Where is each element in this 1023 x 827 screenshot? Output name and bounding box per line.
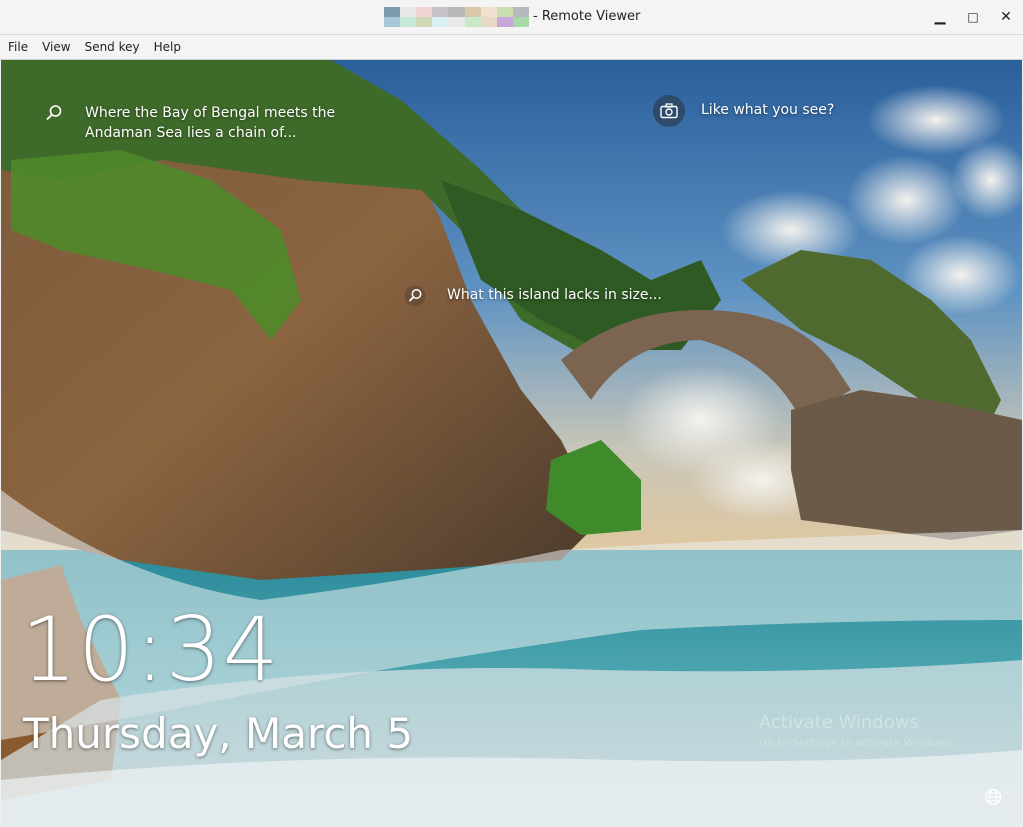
lockscreen-clock: 10:34: [21, 598, 280, 701]
like-what-you-see-prompt[interactable]: Like what you see?: [701, 102, 834, 118]
maximize-button[interactable]: □: [962, 6, 984, 28]
camera-icon: [660, 103, 678, 119]
app-icon-cell: [480, 7, 497, 17]
menu-help[interactable]: Help: [149, 38, 186, 56]
app-icon-cell: [384, 17, 401, 27]
camera-icon-button[interactable]: [653, 95, 685, 127]
app-icon-cell: [448, 17, 465, 27]
search-icon[interactable]: [404, 285, 426, 307]
app-icon-cell: [496, 17, 513, 27]
title-bar: - Remote Viewer ▁ □ ✕: [0, 0, 1023, 35]
spotlight-caption-1[interactable]: Where the Bay of Bengal meets the Andama…: [85, 103, 345, 143]
app-icon-cell: [512, 17, 529, 27]
globe-icon[interactable]: [983, 787, 1003, 807]
spotlight-caption-1-line2: Andaman Sea lies a chain of...: [85, 125, 297, 141]
app-icon-cell: [496, 7, 513, 17]
lockscreen-date: Thursday, March 5: [23, 709, 414, 758]
minimize-button[interactable]: ▁: [929, 6, 951, 28]
window-title: - Remote Viewer: [533, 9, 641, 24]
app-icon-cell: [432, 7, 449, 17]
app-icon-cell: [400, 7, 417, 17]
menu-view[interactable]: View: [37, 38, 75, 56]
app-icon-cell: [400, 17, 417, 27]
app-icon-cell: [464, 7, 481, 17]
close-button[interactable]: ✕: [995, 6, 1017, 28]
app-icon-cell: [480, 17, 497, 27]
activation-watermark-subtext: Go to Settings to activate Windows.: [759, 736, 957, 749]
app-icon: [384, 7, 529, 27]
spotlight-caption-2[interactable]: What this island lacks in size...: [447, 287, 662, 303]
app-icon-cell: [512, 7, 529, 17]
app-icon-cell: [416, 17, 433, 27]
app-icon-cell: [448, 7, 465, 17]
activation-watermark: Activate Windows: [759, 712, 919, 733]
app-icon-cell: [432, 17, 449, 27]
menu-bar: File View Send key Help: [0, 35, 1023, 60]
search-icon[interactable]: [45, 104, 63, 122]
app-icon-cell: [384, 7, 401, 17]
menu-file[interactable]: File: [3, 38, 33, 56]
app-icon-cell: [464, 17, 481, 27]
remote-display[interactable]: Where the Bay of Bengal meets the Andama…: [1, 60, 1022, 827]
app-icon-cell: [416, 7, 433, 17]
spotlight-caption-1-line1: Where the Bay of Bengal meets the: [85, 105, 336, 121]
menu-send-key[interactable]: Send key: [80, 38, 145, 56]
